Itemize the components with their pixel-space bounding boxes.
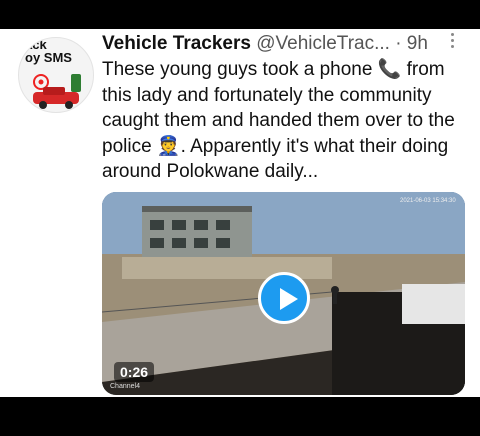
camera-label: Channel4 (110, 383, 140, 390)
tweet-time[interactable]: · 9h (395, 33, 428, 54)
tweet-card[interactable]: ack oy SMS Vehicle Trackers @VehicleTrac… (0, 29, 480, 397)
tweet-header: Vehicle Trackers @VehicleTrac... · 9h (102, 32, 428, 56)
car-logo-icon (33, 74, 81, 109)
more-vertical-icon[interactable] (450, 33, 456, 51)
play-icon[interactable] (258, 272, 310, 324)
author-handle[interactable]: @VehicleTrac... (256, 33, 390, 54)
video-player[interactable]: 2021-06-03 15:34:30 0:26 Channel4 (102, 192, 465, 395)
avatar-logo-text: ack oy SMS (25, 37, 72, 65)
author-name[interactable]: Vehicle Trackers (102, 33, 251, 54)
camera-timestamp: 2021-06-03 15:34:30 (400, 198, 456, 204)
avatar[interactable]: ack oy SMS (18, 37, 94, 113)
video-duration: 0:26 (114, 362, 155, 382)
tweet-text: These young guys took a phone 📞 from thi… (102, 59, 461, 182)
